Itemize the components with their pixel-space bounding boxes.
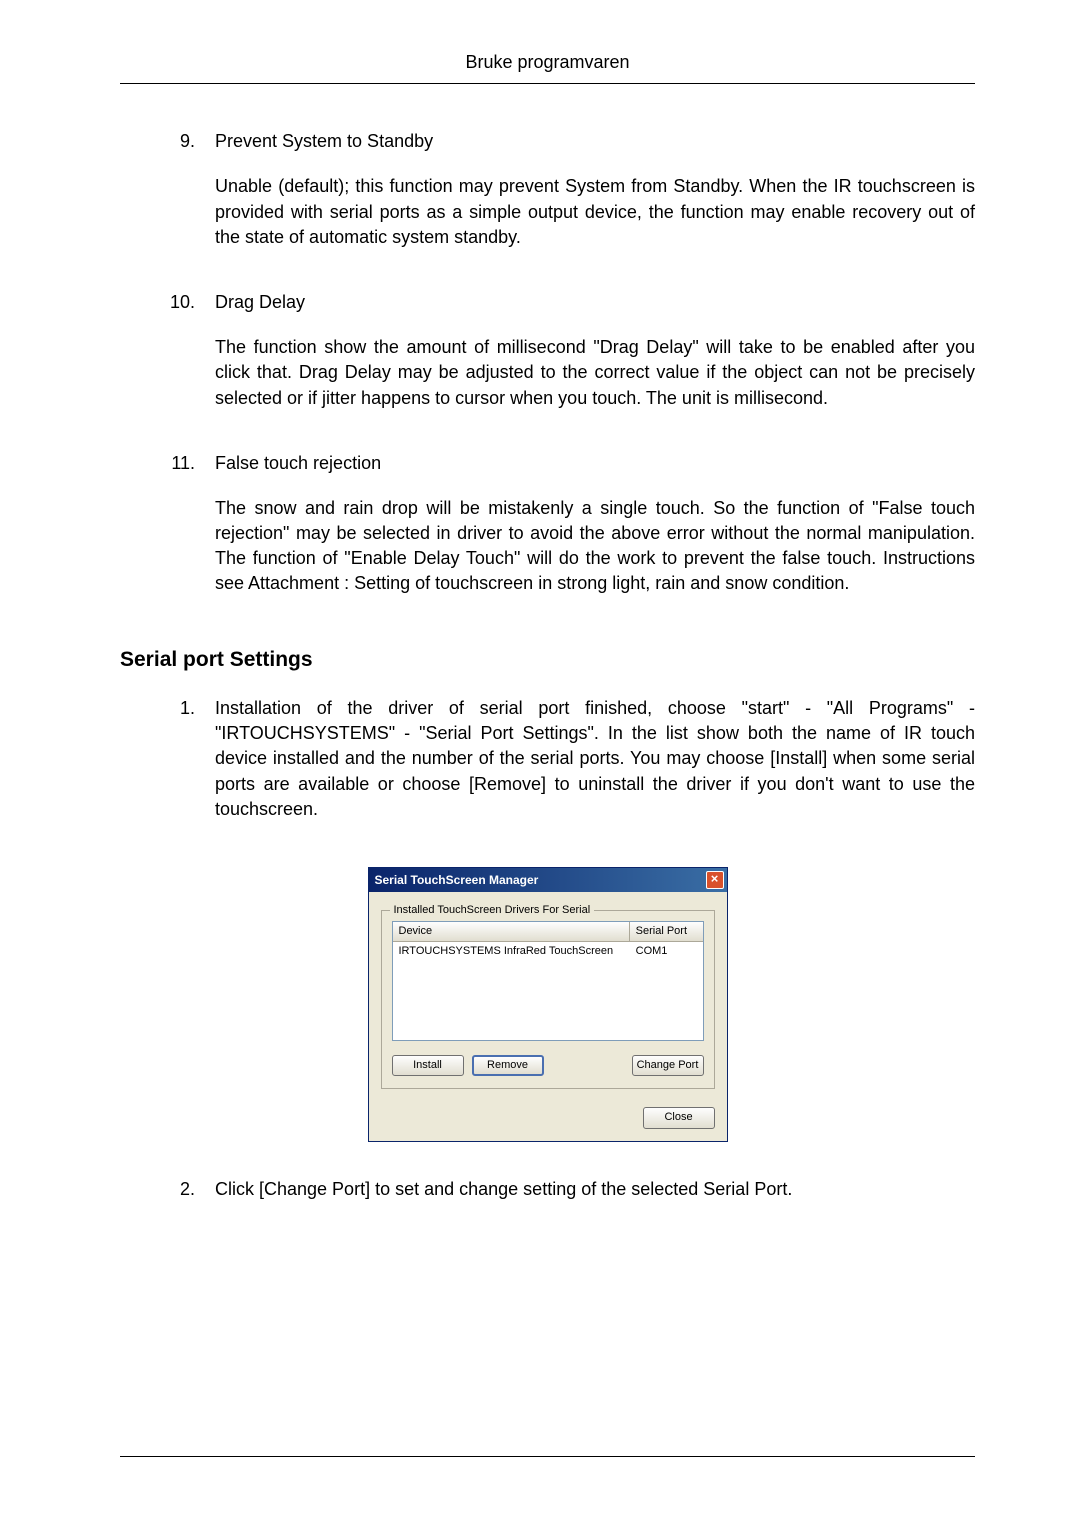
item-paragraph: The snow and rain drop will be mistakenl… — [215, 496, 975, 597]
item-paragraph: The function show the amount of millisec… — [215, 335, 975, 411]
column-header-serial-port[interactable]: Serial Port — [630, 922, 703, 941]
cell-port: COM1 — [630, 942, 703, 961]
serial-manager-dialog: Serial TouchScreen Manager × Installed T… — [368, 867, 728, 1142]
list-number: 1. — [120, 696, 215, 842]
page-header: Bruke programvaren — [120, 50, 975, 84]
item-paragraph: Installation of the driver of serial por… — [215, 696, 975, 822]
cell-device: IRTOUCHSYSTEMS InfraRed TouchScreen — [393, 942, 630, 961]
item-heading: Prevent System to Standby — [215, 129, 975, 154]
list-number: 11. — [120, 451, 215, 617]
install-button[interactable]: Install — [392, 1055, 464, 1076]
drivers-groupbox: Installed TouchScreen Drivers For Serial… — [381, 910, 715, 1089]
item-paragraph: Unable (default); this function may prev… — [215, 174, 975, 250]
item-paragraph: Click [Change Port] to set and change se… — [215, 1177, 975, 1202]
dialog-title: Serial TouchScreen Manager — [375, 872, 539, 889]
change-port-button[interactable]: Change Port — [632, 1055, 704, 1076]
section-heading: Serial port Settings — [120, 645, 975, 674]
item-heading: Drag Delay — [215, 290, 975, 315]
close-button[interactable]: Close — [643, 1107, 715, 1128]
list-number: 2. — [120, 1177, 215, 1222]
groupbox-label: Installed TouchScreen Drivers For Serial — [390, 903, 595, 918]
column-header-device[interactable]: Device — [393, 922, 630, 941]
list-number: 10. — [120, 290, 215, 431]
item-heading: False touch rejection — [215, 451, 975, 476]
footer-rule — [120, 1456, 975, 1457]
remove-button[interactable]: Remove — [472, 1055, 544, 1076]
list-row[interactable]: IRTOUCHSYSTEMS InfraRed TouchScreen COM1 — [393, 942, 703, 961]
dialog-titlebar: Serial TouchScreen Manager × — [369, 868, 727, 892]
list-number: 9. — [120, 129, 215, 270]
close-icon[interactable]: × — [706, 871, 724, 889]
drivers-listview[interactable]: Device Serial Port IRTOUCHSYSTEMS InfraR… — [392, 921, 704, 1041]
